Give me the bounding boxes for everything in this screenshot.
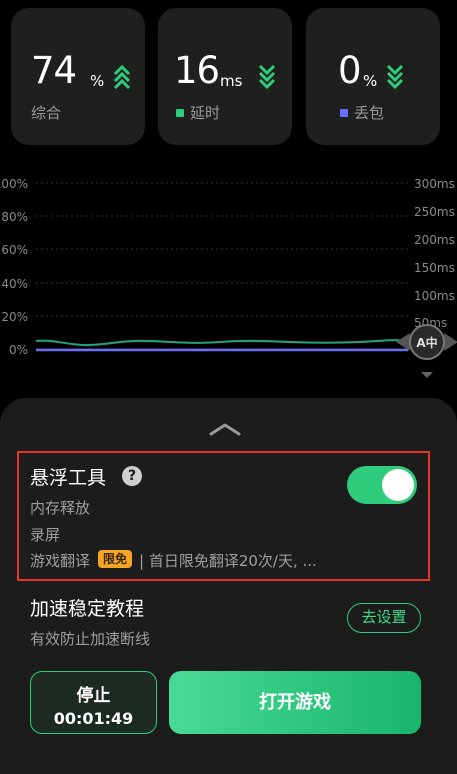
overall-value: 74 — [31, 49, 77, 92]
overall-unit: % — [90, 72, 105, 90]
free-badge: 限免 — [98, 550, 133, 568]
stat-card-packet-loss: 0 % 丢包 — [306, 8, 440, 145]
right-tick: 250ms — [414, 205, 455, 219]
stop-timer: 00:01:49 — [53, 709, 134, 728]
latency-line — [35, 339, 409, 347]
stop-label: 停止 — [76, 686, 111, 706]
left-tick: 100% — [0, 177, 28, 191]
right-tick: 100ms — [414, 289, 455, 303]
floating-ball-icon[interactable]: A中 — [396, 324, 457, 378]
latency-unit: ms — [220, 72, 243, 90]
packet-loss-label-wrap: 丢包 — [340, 102, 384, 123]
game-translate-item[interactable]: 游戏翻译 — [30, 550, 90, 571]
screen-record-item[interactable]: 录屏 — [30, 524, 60, 545]
chart-right-axis: 300ms 250ms 200ms 150ms 100ms 50ms — [414, 177, 455, 330]
stat-card-overall: 74 % 综合 — [11, 8, 145, 145]
left-tick: 80% — [1, 210, 28, 224]
packet-loss-label: 丢包 — [354, 104, 385, 122]
right-tick: 150ms — [414, 261, 455, 275]
packet-loss-unit: % — [363, 72, 378, 90]
latency-label: 延时 — [190, 104, 221, 122]
trend-down-icon — [386, 64, 404, 90]
overall-label: 综合 — [31, 104, 62, 122]
trend-up-icon — [113, 64, 131, 90]
chevron-up-icon[interactable] — [208, 421, 242, 437]
stat-card-latency: 16 ms 延时 — [158, 8, 292, 145]
toggle-knob — [382, 469, 414, 501]
left-tick: 20% — [1, 310, 28, 324]
go-settings-button[interactable]: 去设置 — [347, 603, 421, 633]
latency-legend-dot — [176, 109, 184, 117]
float-tool-title: 悬浮工具 — [30, 467, 107, 489]
chart-gridlines — [36, 182, 408, 317]
packet-loss-value: 0 — [338, 49, 362, 92]
latency-value: 16 — [174, 49, 220, 92]
right-tick: 200ms — [414, 233, 455, 247]
latency-label-wrap: 延时 — [176, 102, 220, 123]
tutorial-title: 加速稳定教程 — [30, 598, 145, 620]
translate-note: | 首日限免翻译20次/天, ... — [139, 552, 317, 570]
left-tick: 40% — [1, 277, 28, 291]
left-tick: 0% — [9, 343, 28, 357]
help-icon[interactable]: ? — [122, 466, 142, 486]
chart-left-axis: 100% 80% 60% 40% 20% 0% — [0, 177, 28, 357]
open-game-button[interactable]: 打开游戏 — [169, 671, 421, 734]
float-tool-toggle[interactable] — [347, 466, 417, 504]
right-tick: 300ms — [414, 177, 455, 191]
network-chart: 100% 80% 60% 40% 20% 0% 300ms 250ms 200m… — [0, 177, 457, 378]
stop-button[interactable]: 停止 00:01:49 — [30, 671, 157, 734]
tutorial-subtitle: 有效防止加速断线 — [30, 630, 151, 648]
trend-down-icon — [258, 64, 276, 90]
left-tick: 60% — [1, 243, 28, 257]
floating-ball-label: A中 — [416, 335, 437, 350]
memory-release-item[interactable]: 内存释放 — [30, 497, 90, 518]
packet-loss-legend-dot — [340, 109, 348, 117]
